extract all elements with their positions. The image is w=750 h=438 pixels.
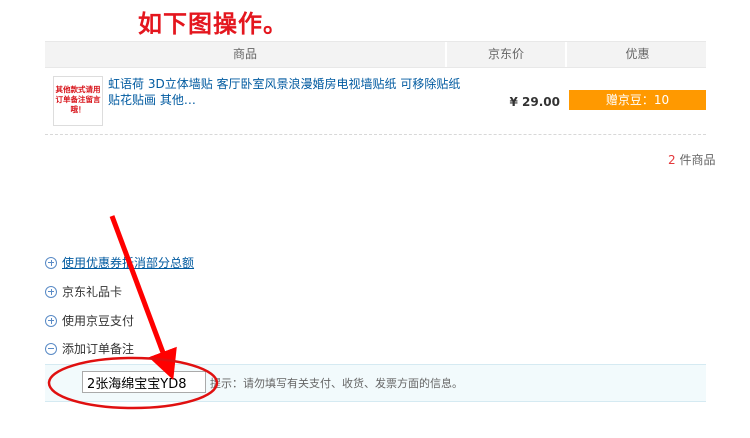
divider (45, 134, 706, 135)
option-giftcard[interactable]: 京东礼品卡 (45, 283, 122, 301)
column-header-product: 商品 (232, 47, 257, 61)
item-count-number: 2 (668, 153, 676, 167)
order-note-input[interactable] (82, 371, 206, 393)
option-order-note[interactable]: 添加订单备注 (45, 340, 134, 358)
cart-table-header: 商品 京东价 优惠 (45, 41, 706, 68)
column-header-price: 京东价 (445, 42, 565, 67)
product-thumbnail-text: 其他款式请用订单备注留言哦！ (55, 85, 101, 114)
option-coupon[interactable]: 使用优惠券抵消部分总额 (45, 254, 194, 272)
collapse-minus-icon[interactable] (45, 342, 57, 355)
option-coupon-label[interactable]: 使用优惠券抵消部分总额 (62, 256, 194, 270)
option-jingdou[interactable]: 使用京豆支付 (45, 312, 134, 330)
product-price: ¥ 29.00 (509, 95, 560, 109)
product-name-link[interactable]: 虹语荷 3D立体墙贴 客厅卧室风景浪漫婚房电视墙贴纸 可移除贴纸贴花贴画 其他… (108, 76, 468, 108)
page-headline: 如下图操作。 (138, 10, 288, 38)
option-jingdou-label[interactable]: 使用京豆支付 (62, 314, 134, 328)
option-giftcard-label[interactable]: 京东礼品卡 (62, 285, 122, 299)
order-note-hint: 提示：请勿填写有关支付、收货、发票方面的信息。 (210, 377, 463, 390)
expand-plus-icon[interactable] (45, 314, 57, 327)
item-count: 2 件商品 (668, 151, 715, 168)
expand-plus-icon[interactable] (45, 256, 57, 269)
option-note-label[interactable]: 添加订单备注 (62, 342, 134, 356)
item-count-suffix: 件商品 (679, 153, 716, 167)
column-header-promo: 优惠 (565, 42, 708, 67)
product-thumbnail[interactable]: 其他款式请用订单备注留言哦！ (53, 76, 103, 126)
expand-plus-icon[interactable] (45, 285, 57, 298)
promo-badge: 赠京豆：10 (569, 90, 706, 110)
